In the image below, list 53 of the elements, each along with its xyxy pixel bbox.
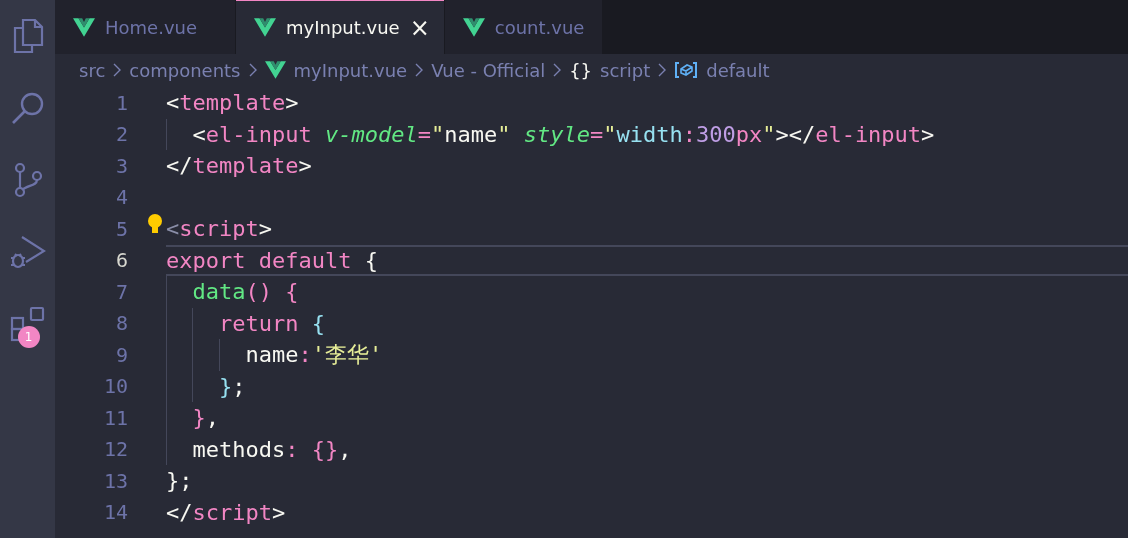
chevron-icon [248, 63, 257, 77]
line-number: 1 [114, 90, 128, 115]
line-number: 2 [114, 122, 128, 147]
editor-tab[interactable]: count.vue [444, 0, 603, 54]
vue-icon [254, 18, 276, 37]
breadcrumb-item[interactable]: default [706, 59, 770, 81]
chevron-icon [415, 63, 424, 77]
code-line: methods: {}, [191, 436, 352, 462]
code-line: export default { [166, 247, 378, 273]
extensions-icon[interactable] [9, 306, 46, 342]
code-line: return { [217, 310, 325, 336]
line-number: 11 [102, 405, 128, 430]
run-debug-icon[interactable] [9, 234, 46, 270]
breadcrumb-item[interactable]: myInput.vue [293, 59, 408, 81]
editor-tab[interactable]: myInput.vue × [236, 0, 444, 54]
breadcrumb-item[interactable]: components [129, 59, 241, 81]
code-line: <el-input v-model="name" style="width:300px"></el-input> [191, 121, 935, 147]
line-number: 4 [114, 185, 128, 210]
chevron-icon [658, 63, 667, 77]
notification-badge: 1 [17, 326, 40, 348]
chevron-icon [113, 63, 122, 77]
code-line: </template> [166, 153, 312, 179]
line-number: 7 [114, 279, 128, 304]
code-line: <script> [166, 216, 272, 242]
braces-icon: {} [569, 59, 593, 81]
vue-icon [264, 61, 286, 79]
breadcrumb-item[interactable]: Vue - Official [431, 59, 546, 81]
code-line: <template> [166, 90, 299, 116]
code-line: }; [217, 373, 246, 399]
line-number: 10 [102, 374, 128, 399]
code-line: data() { [191, 279, 299, 305]
line-number: 3 [114, 153, 128, 178]
code-line: }, [191, 405, 219, 431]
breadcrumb-item[interactable]: script [600, 59, 651, 81]
vue-icon [73, 18, 95, 37]
line-number: 14 [102, 500, 128, 525]
line-number: 5 [114, 216, 128, 241]
editor-tab[interactable]: Home.vue [55, 0, 235, 54]
lightbulb-icon[interactable] [147, 214, 163, 234]
code-line: }; [166, 468, 193, 494]
line-number: 6 [114, 248, 128, 273]
close-icon[interactable]: × [409, 15, 430, 40]
cube-icon [674, 61, 699, 79]
files-icon[interactable] [11, 18, 44, 54]
line-number: 12 [102, 437, 128, 462]
breadcrumb-item[interactable]: src [79, 59, 106, 81]
chevron-icon [553, 63, 562, 77]
line-number: 13 [102, 468, 128, 493]
code-line: </script> [166, 499, 286, 525]
line-number: 8 [114, 311, 128, 336]
line-number: 9 [114, 342, 128, 367]
vue-icon [462, 18, 485, 37]
code-line: name:'李华' [244, 340, 383, 369]
